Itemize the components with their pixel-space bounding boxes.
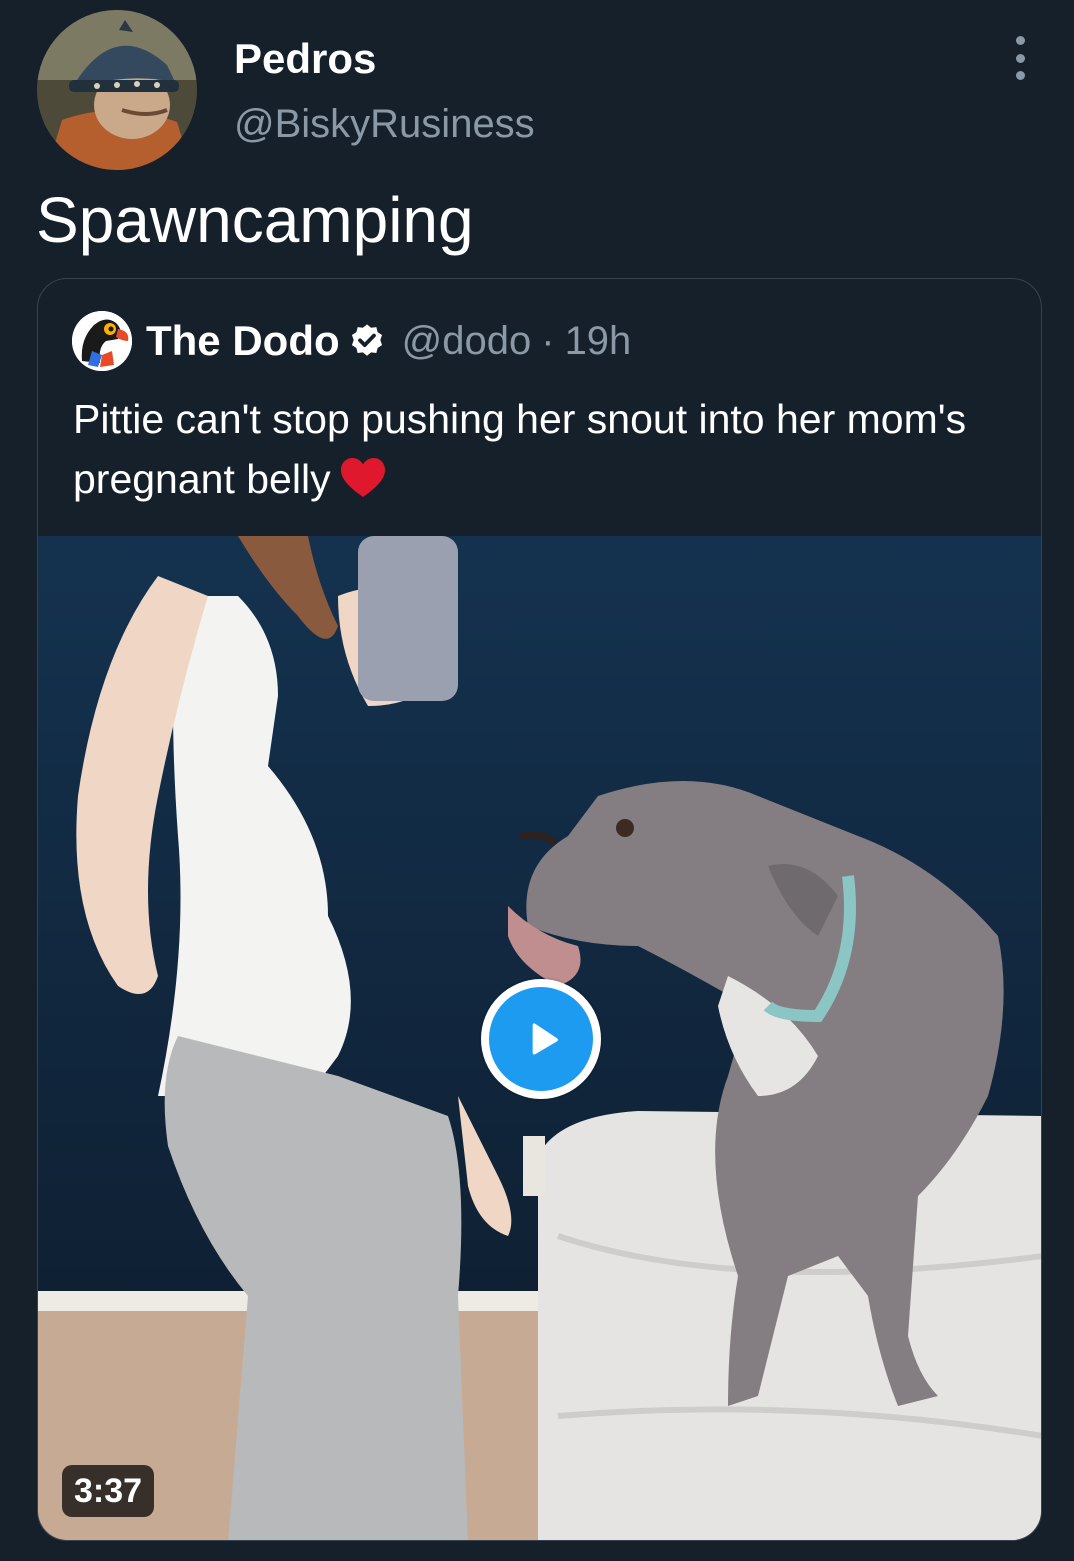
quoted-tweet[interactable]: The Dodo @dodo · 19h Pittie can't stop p… (37, 278, 1042, 1541)
quoted-author-name[interactable]: The Dodo (146, 317, 340, 365)
video-player[interactable]: 3:37 (38, 536, 1041, 1540)
more-vertical-icon (1015, 36, 1025, 45)
more-options-button[interactable] (1000, 36, 1040, 80)
tweet-text: Spawncamping (36, 184, 474, 256)
author-avatar[interactable] (37, 10, 197, 170)
red-heart-icon (340, 458, 385, 497)
quoted-tweet-time[interactable]: 19h (565, 319, 632, 364)
author-name[interactable]: Pedros (234, 35, 376, 83)
verified-badge-icon (351, 324, 382, 356)
separator-dot: · (541, 318, 555, 363)
tweet: Pedros @BiskyRusiness Spawncamping The D… (0, 0, 1074, 1561)
knight-helmet-avatar-icon (37, 10, 197, 170)
play-button[interactable] (481, 979, 601, 1099)
dodo-logo-icon (72, 311, 132, 371)
quoted-tweet-header: The Dodo @dodo · 19h (72, 309, 631, 373)
author-handle[interactable]: @BiskyRusiness (234, 101, 535, 147)
quoted-author-handle[interactable]: @dodo (402, 319, 532, 364)
play-icon (532, 1023, 559, 1055)
dodo-avatar[interactable] (72, 311, 132, 371)
video-duration-badge: 3:37 (62, 1465, 155, 1517)
quoted-tweet-text: Pittie can't stop pushing her snout into… (73, 396, 967, 502)
quoted-tweet-text-block: Pittie can't stop pushing her snout into… (73, 389, 993, 509)
